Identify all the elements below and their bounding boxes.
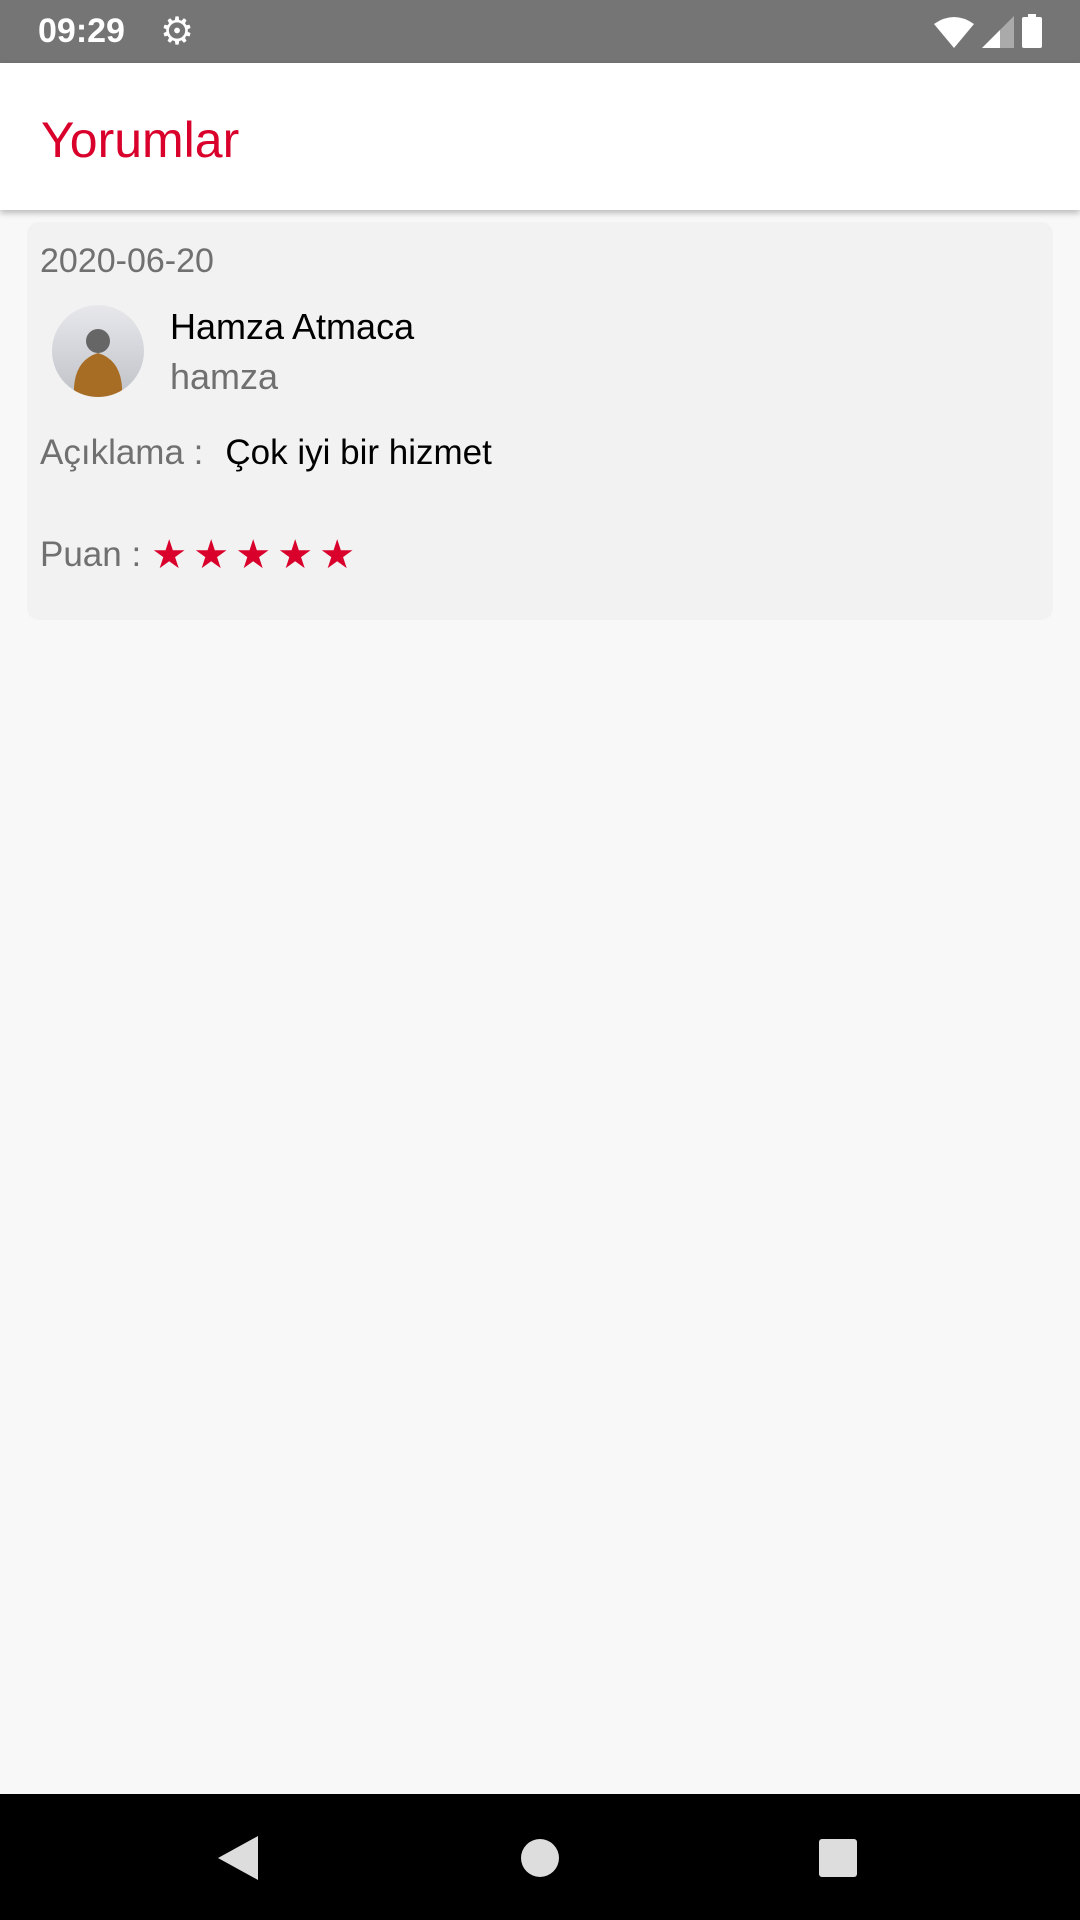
battery-icon	[1022, 14, 1042, 48]
app-bar: Yorumlar	[0, 63, 1080, 210]
review-date: 2020-06-20	[40, 242, 214, 280]
star-icon: ★	[319, 533, 356, 577]
page-title: Yorumlar	[41, 112, 240, 168]
back-icon[interactable]	[218, 1836, 258, 1880]
rating-label: Puan :	[40, 535, 142, 574]
description-text: Çok iyi bir hizmet	[225, 433, 492, 472]
description-row: Açıklama : Çok iyi bir hizmet	[40, 433, 492, 473]
navigation-bar	[0, 1794, 1080, 1920]
recents-icon[interactable]	[818, 1836, 858, 1880]
rating-row: Puan : ★ ★ ★ ★ ★	[40, 535, 361, 575]
wifi-icon	[934, 17, 974, 48]
settings-icon: ⚙	[160, 11, 195, 53]
star-icon: ★	[193, 533, 230, 577]
reviewer-name: Hamza Atmaca	[170, 306, 415, 347]
reviewer-username: hamza	[170, 356, 279, 397]
avatar	[52, 305, 144, 397]
star-icon: ★	[151, 533, 188, 577]
status-time: 09:29	[38, 12, 125, 50]
description-label: Açıklama :	[40, 433, 204, 472]
star-icon: ★	[235, 533, 272, 577]
star-icon: ★	[277, 533, 314, 577]
status-bar: 09:29 ⚙	[0, 0, 1080, 63]
signal-icon	[982, 16, 1014, 48]
rating-stars: ★ ★ ★ ★ ★	[151, 535, 361, 575]
home-icon[interactable]	[520, 1836, 560, 1880]
review-card[interactable]: 2020-06-20 Hamza Atmaca hamza Açıklama :…	[27, 222, 1053, 620]
